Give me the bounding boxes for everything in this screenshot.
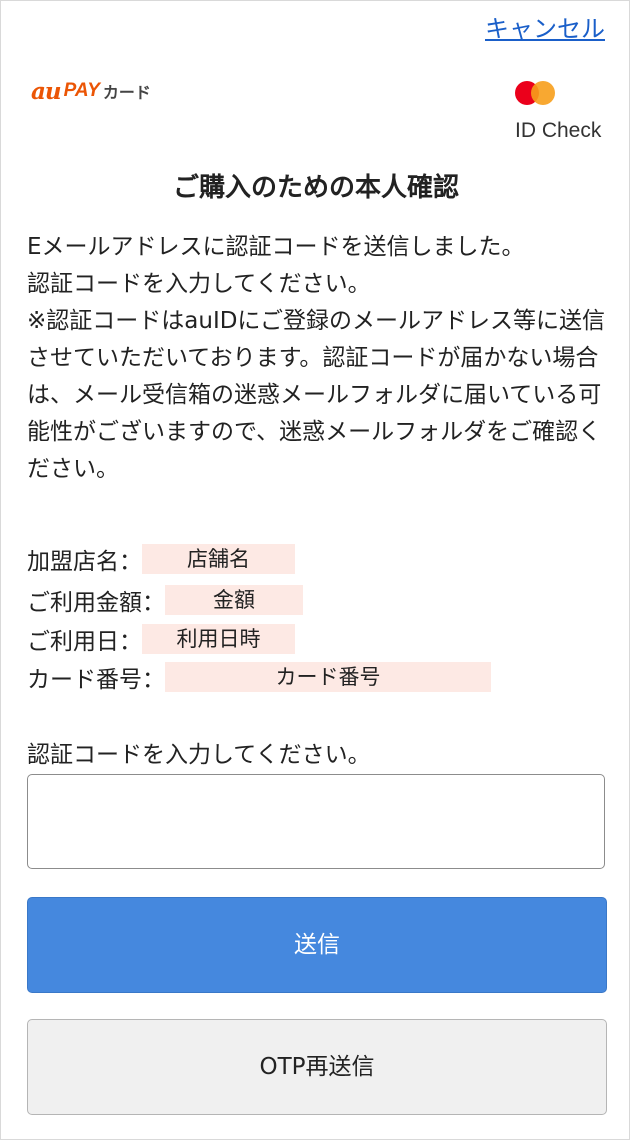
message-line-sent: Eメールアドレスに認証コードを送信しました。 (27, 234, 525, 260)
mastercard-icon (515, 79, 559, 107)
cancel-link[interactable]: キャンセル (485, 9, 605, 44)
mastercard-yellow-circle (531, 81, 555, 105)
page-title: ご購入のための本人確認 (172, 173, 459, 203)
detail-row-date: ご利用日： 利用日時 (27, 623, 295, 655)
detail-row-amount: ご利用金額： 金額 (27, 584, 303, 616)
detail-row-merchant: 加盟店名： 店舗名 (27, 543, 295, 575)
message-line-enter: 認証コードを入力してください。 (27, 271, 371, 297)
brand-pay-text: PAY (63, 80, 100, 101)
id-check-label: ID Check (515, 119, 602, 142)
amount-value: 金額 (165, 585, 303, 615)
otp-input-label: 認証コードを入力してください。 (27, 742, 371, 768)
detail-row-card-number: カード番号： カード番号 (27, 661, 491, 693)
au-pay-card-logo: au PAY カード (31, 77, 151, 105)
merchant-value: 店舗名 (142, 544, 295, 574)
resend-otp-button[interactable]: OTP再送信 (27, 1019, 607, 1115)
otp-input[interactable] (27, 774, 605, 869)
brand-card-text: カード (102, 83, 151, 102)
mastercard-id-check-logo: ID Check (515, 79, 605, 143)
auth-page: キャンセル au PAY カード ID Check ご購入のための本人確認 Eメ… (0, 0, 630, 1140)
date-value: 利用日時 (142, 624, 295, 654)
card-number-value: カード番号 (165, 662, 491, 692)
amount-label: ご利用金額： (27, 590, 165, 616)
submit-button[interactable]: 送信 (27, 897, 607, 993)
message-line-note: ※認証コードはauIDにご登録のメールアドレス等に送信させていただいております。… (27, 308, 605, 482)
card-number-label: カード番号： (27, 667, 165, 693)
brand-au-text: au (31, 77, 62, 105)
instruction-message: Eメールアドレスに認証コードを送信しました。 認証コードを入力してください。 ※… (27, 229, 607, 488)
date-label: ご利用日： (27, 629, 142, 655)
merchant-label: 加盟店名： (27, 549, 142, 575)
